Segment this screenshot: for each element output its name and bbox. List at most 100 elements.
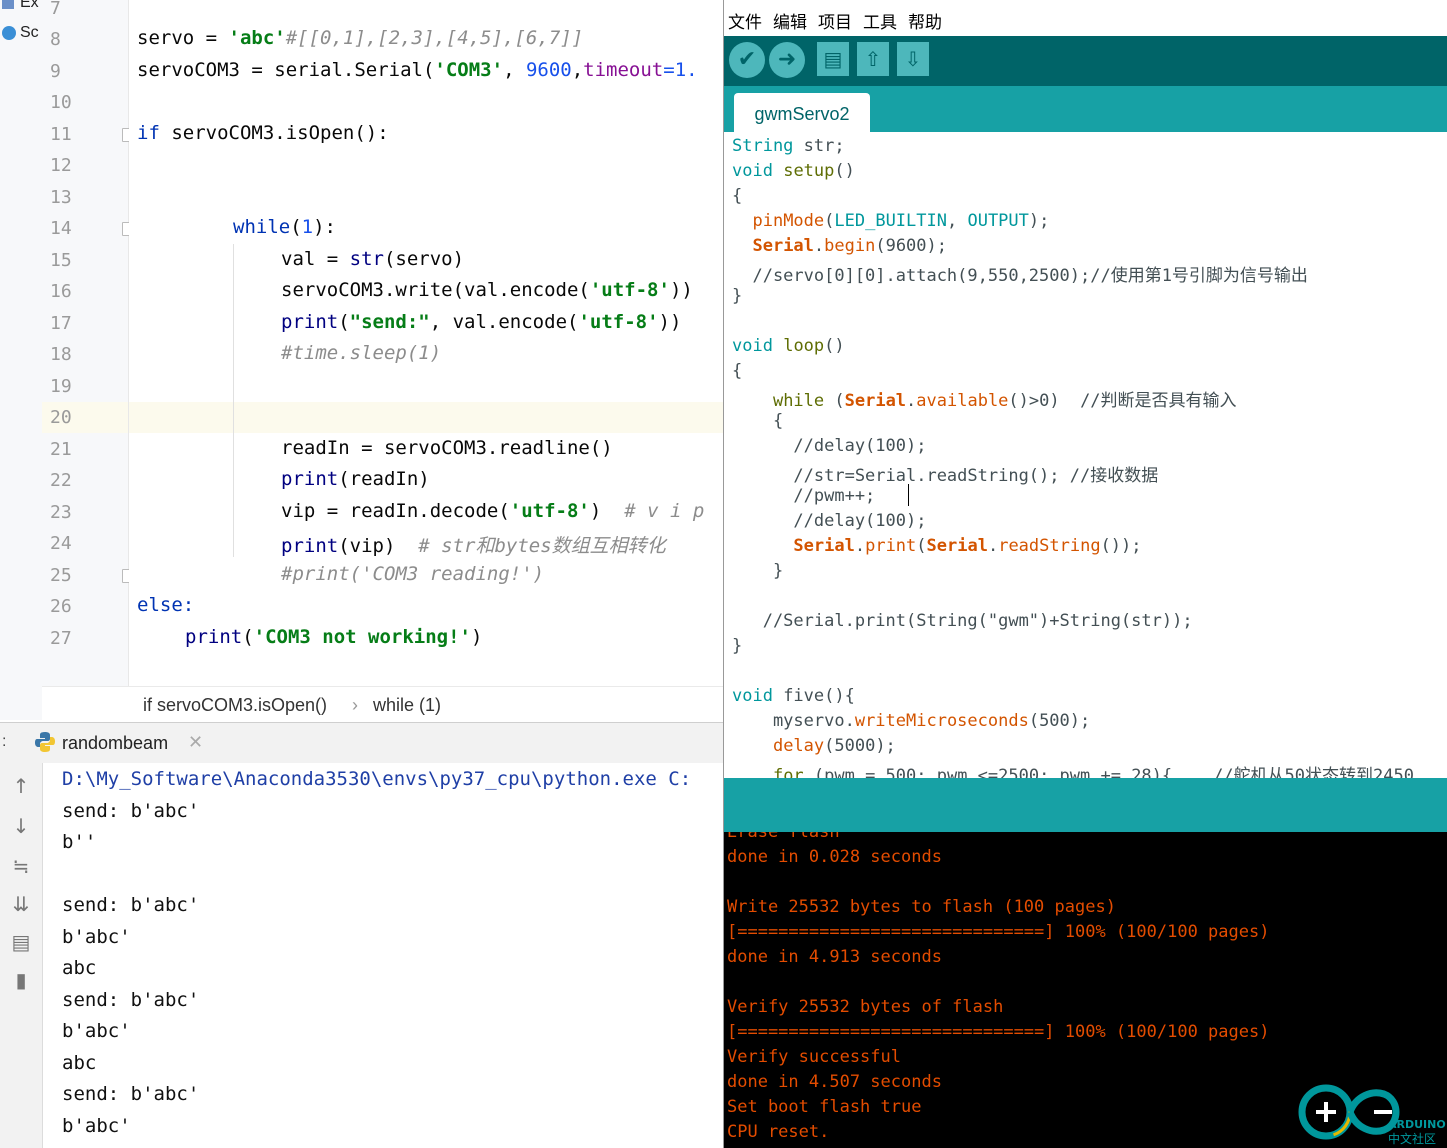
scroll-end-icon[interactable]: ⇊ — [10, 893, 32, 915]
code-line-15: val = str(servo) — [281, 248, 465, 270]
arduino-status-bar — [724, 778, 1447, 832]
output-line: Verify successful — [727, 1047, 901, 1067]
print-icon[interactable]: ▤ — [10, 931, 32, 953]
line-number: 9 — [50, 61, 61, 82]
check-icon: ✔ — [737, 47, 757, 72]
code-line-23: vip = readIn.decode('utf-8') # v i p — [281, 500, 705, 522]
code-line-18: #time.sleep(1) — [281, 342, 442, 364]
arduino-code-line: { — [732, 361, 743, 381]
line-number: 13 — [50, 187, 72, 208]
project-item-sc[interactable]: Sc — [2, 24, 39, 42]
breadcrumb-separator: › — [352, 695, 358, 715]
arduino-code-line: while (Serial.available()>0) //判断是否具有输入 — [772, 391, 1237, 411]
tab-gwmservo2[interactable]: gwmServo2 — [734, 93, 870, 132]
breadcrumb: if servoCOM3.isOpen() › while (1) — [42, 686, 723, 723]
arduino-code-line: pinMode(LED_BUILTIN, OUTPUT); — [752, 211, 1050, 231]
output-line: CPU reset. — [727, 1122, 830, 1142]
code-line-16: servoCOM3.write(val.encode('utf-8')) — [281, 279, 693, 301]
open-button[interactable]: ⇧ — [857, 42, 889, 76]
code-line-9: servoCOM3 = serial.Serial('COM3', 9600,t… — [137, 59, 698, 81]
open-icon: ⇧ — [864, 47, 882, 71]
scratches-icon — [2, 25, 16, 40]
line-number: 19 — [50, 376, 72, 397]
upload-arrow-icon: ➜ — [777, 47, 797, 72]
menu-tools[interactable]: 工具 — [863, 8, 897, 33]
save-button[interactable]: ⇩ — [897, 42, 929, 76]
output-line: Erase flash — [727, 832, 840, 842]
console-line: send: b'abc' — [62, 989, 200, 1011]
line-number: 17 — [50, 313, 72, 334]
code-line-24: print(vip) # str和bytes数组互相转化 — [281, 535, 666, 557]
console-line: b'abc' — [62, 926, 131, 948]
arduino-code-editor[interactable]: String str; void setup() { pinMode(LED_B… — [724, 132, 1447, 778]
indent-guide — [233, 244, 234, 557]
arduino-code-line: myservo.writeMicroseconds(500); — [732, 711, 1091, 731]
arduino-code-line: //pwm++; — [732, 486, 876, 506]
menu-help[interactable]: 帮助 — [908, 8, 942, 33]
code-line-17: print("send:", val.encode('utf-8')) — [281, 311, 682, 333]
arduino-toolbar: ✔ ➜ ▤ ⇧ ⇩ — [724, 36, 1447, 86]
output-line: Write 25532 bytes to flash (100 pages) — [727, 897, 1116, 917]
console-line: D:\My_Software\Anaconda3530\envs\py37_cp… — [62, 768, 692, 790]
arduino-code-line: void five(){ — [732, 686, 855, 706]
arduino-logo-watermark: ARDUINO 中文社区 — [1296, 1080, 1446, 1148]
line-number: 22 — [50, 470, 72, 491]
code-line-8: servo = 'abc'#[[0,1],[2,3],[4,5],[6,7]] — [137, 27, 584, 49]
trash-icon[interactable]: ▮ — [10, 969, 32, 991]
menu-file[interactable]: 文件 — [728, 8, 762, 33]
soft-wrap-icon[interactable]: ≒ — [10, 855, 32, 877]
line-number: 12 — [50, 155, 72, 176]
code-line-22: print(readIn) — [281, 468, 430, 490]
console-line: abc — [62, 957, 97, 979]
text-cursor — [908, 484, 909, 506]
console-line: b'' — [62, 831, 97, 853]
menu-edit[interactable]: 编辑 — [773, 8, 807, 33]
arduino-code-line: void loop() — [732, 336, 845, 356]
new-file-icon: ▤ — [823, 47, 843, 71]
code-line-21: readIn = servoCOM3.readline() — [281, 437, 613, 459]
arduino-code-line: Serial.begin(9600); — [752, 236, 947, 256]
run-label-colon: : — [2, 733, 7, 750]
console-line: send: b'abc' — [62, 1083, 200, 1105]
code-line-14: while(1): — [233, 216, 336, 238]
arduino-code-line: //delay(100); — [732, 511, 927, 531]
upload-button[interactable]: ➜ — [769, 42, 805, 78]
output-line: [==============================] 100% (1… — [727, 922, 1270, 942]
output-line: done in 4.913 seconds — [727, 947, 942, 967]
verify-button[interactable]: ✔ — [729, 42, 765, 78]
new-button[interactable]: ▤ — [817, 42, 849, 76]
line-number: 14 — [50, 218, 72, 239]
run-console[interactable]: D:\My_Software\Anaconda3530\envs\py37_cp… — [43, 763, 723, 1148]
line-number: 24 — [50, 533, 72, 554]
line-number: 27 — [50, 628, 72, 649]
run-tab-label: randombeam — [62, 733, 169, 753]
up-arrow-icon[interactable]: ↑ — [10, 775, 32, 797]
output-line: Verify 25532 bytes of flash — [727, 997, 1004, 1017]
menu-sketch[interactable]: 项目 — [818, 8, 852, 33]
arduino-code-line: //str=Serial.readString(); //接收数据 — [732, 466, 1159, 486]
arduino-code-line: } — [732, 286, 743, 306]
code-line-11: if servoCOM3.isOpen(): — [137, 122, 389, 144]
arduino-output-console[interactable]: Erase flash done in 0.028 seconds Write … — [724, 832, 1447, 1148]
arduino-logo-subtext: 中文社区 — [1388, 1132, 1437, 1146]
breadcrumb-item-if[interactable]: if servoCOM3.isOpen() — [143, 695, 327, 716]
line-number: 23 — [50, 502, 72, 523]
line-number: 25 — [50, 565, 72, 586]
console-line: b'abc' — [62, 1020, 131, 1042]
close-icon[interactable]: ✕ — [188, 732, 203, 753]
arduino-code-line: { — [732, 186, 743, 206]
arduino-code-line: } — [732, 636, 743, 656]
arduino-code-line: { — [732, 411, 784, 431]
line-number: 7 — [50, 0, 61, 19]
down-arrow-icon[interactable]: ↓ — [10, 815, 32, 837]
console-line: abc — [62, 1052, 97, 1074]
code-editor[interactable]: servo = 'abc'#[[0,1],[2,3],[4,5],[6,7]] … — [129, 0, 723, 686]
project-item-ex[interactable]: Ex — [2, 0, 39, 12]
output-line: done in 4.507 seconds — [727, 1072, 942, 1092]
line-number: 11 — [50, 124, 72, 145]
line-number: 18 — [50, 344, 72, 365]
code-line-26: else: — [137, 594, 195, 616]
arduino-code-line: //servo[0][0].attach(9,550,2500);//使用第1号… — [732, 266, 1308, 286]
breadcrumb-item-while[interactable]: while (1) — [373, 695, 441, 716]
code-line-25: #print('COM3 reading!') — [281, 563, 545, 585]
